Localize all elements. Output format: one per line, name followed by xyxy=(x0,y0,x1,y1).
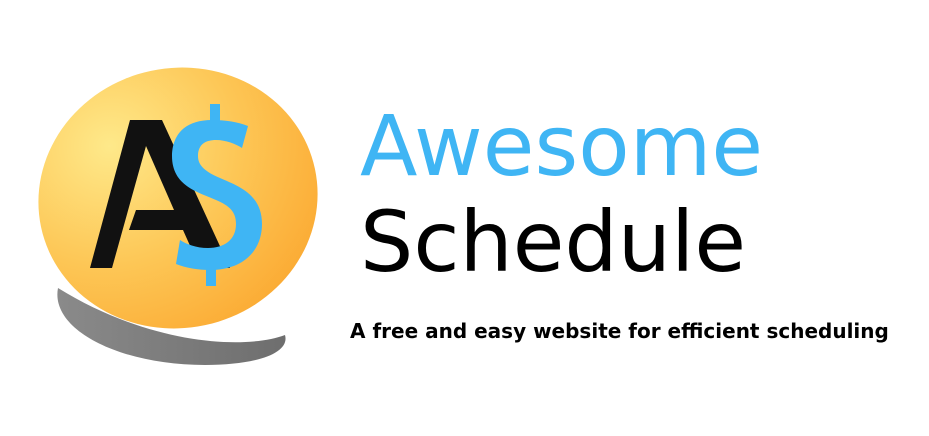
tagline: A free and easy website for efficient sc… xyxy=(350,319,889,343)
brand-name-awesome: Awesome xyxy=(360,97,764,195)
logo-badge-svg xyxy=(38,67,318,365)
brand-name-schedule: Schedule xyxy=(360,193,746,291)
awesome-schedule-logo-icon xyxy=(30,60,350,390)
logo-banner: Awesome Schedule A free and easy website… xyxy=(0,0,929,436)
